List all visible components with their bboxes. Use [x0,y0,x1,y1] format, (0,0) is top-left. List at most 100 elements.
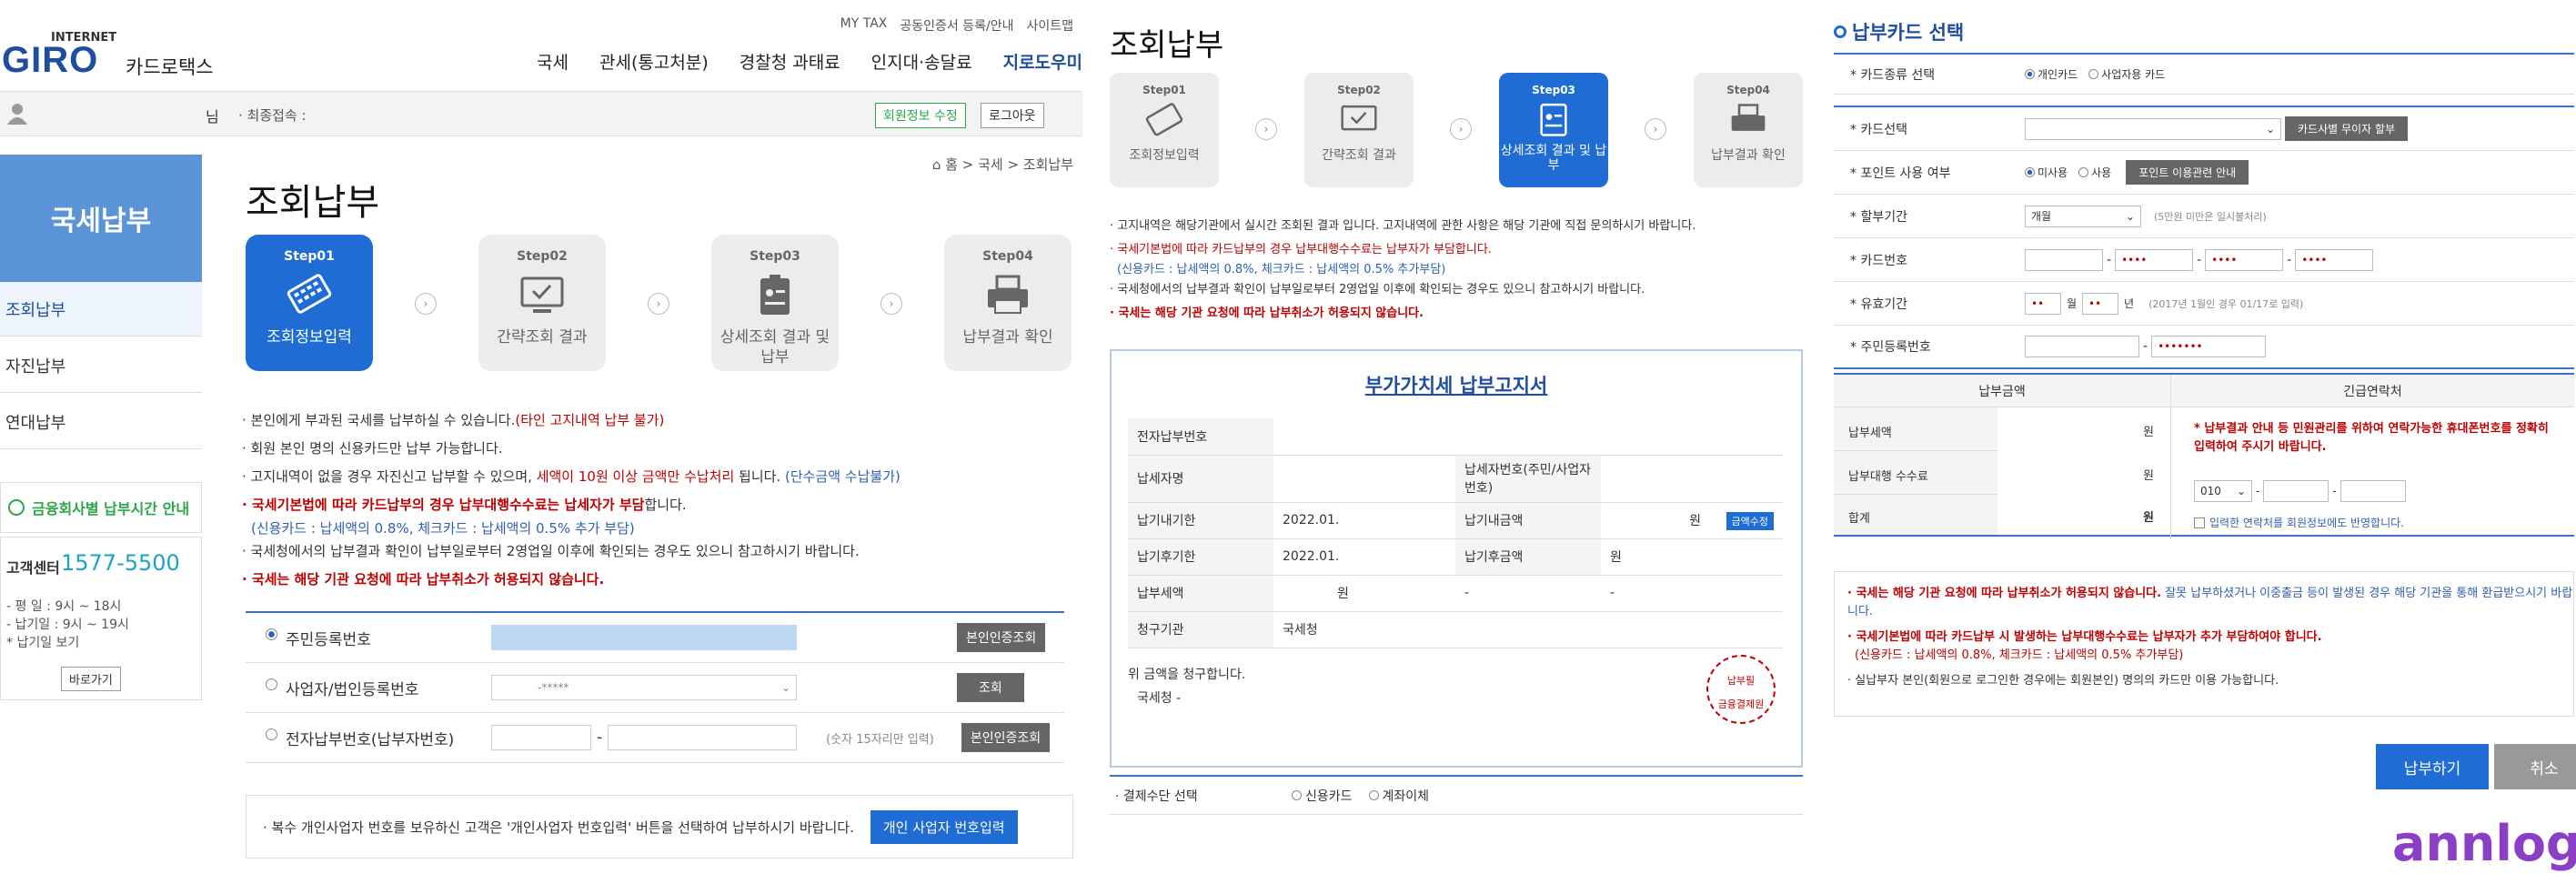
step-3: Step03 상세조회 결과 및 납부 [711,235,839,371]
biz-lookup-button[interactable]: 조회 [957,673,1024,702]
expiry-month[interactable]: •• [2025,292,2061,315]
credit-card-radio[interactable] [1292,790,1302,800]
cert-link[interactable]: 공동인증서 등록/안내 [900,16,1013,35]
biz-select[interactable]: -***** ⌄ [491,675,797,700]
card-number-3[interactable]: •••• [2205,248,2284,271]
point-yes-radio[interactable] [2078,167,2089,177]
epay-auth-button[interactable]: 본인인증조회 [961,723,1051,752]
step2-3-num: Step03 [1532,84,1575,96]
mytax-link[interactable]: MY TAX [840,16,888,35]
divider [2170,407,2171,538]
rrn-input[interactable] [491,625,797,650]
pay-button[interactable]: 납부하기 [2376,744,2489,789]
row-expiry: * 유효기간 •• 월 •• 년 (2017년 1월인 경우 01/17로 입력… [1834,282,2574,326]
phone-prefix-select[interactable]: 010 ⌄ [2194,480,2252,502]
personal-card-radio[interactable] [2025,69,2035,79]
interest-free-button[interactable]: 카드사별 무이자 할부 [2285,116,2408,141]
panel-card-select: 납부카드 선택 * 카드종류 선택 개인카드 사업자용 카드 * 카드선택 ⌄ … [1828,0,2576,884]
rrn-radio[interactable] [266,628,277,640]
chevron-right-icon: › [415,293,437,315]
bill-claim-text: 위 금액을 청구합니다. [1128,667,1246,682]
epay-radio[interactable] [266,728,277,740]
nav-police-fine[interactable]: 경찰청 과태료 [740,49,840,74]
bill-tax-dash2: - [1601,575,1783,612]
point-guide-button[interactable]: 포인트 이용관련 안내 [2126,160,2249,185]
go-button[interactable]: 바로가기 [61,667,121,691]
edit-profile-button[interactable]: 회원정보 수정 [875,103,966,128]
biz-select-value: -***** [538,681,569,694]
summary-total-label: 합계 [1834,495,1997,535]
rrn3-input-2[interactable]: ••••••• [2151,336,2267,357]
notice2-a: · 고지내역은 해당기관에서 실시간 조회된 결과 입니다. 고지내역에 관한 … [1110,219,1696,233]
notice-1: · 본인에게 부과된 국세를 납부하실 수 있습니다. [242,412,516,428]
installment-value: 개월 [2031,210,2052,223]
bill-after-due-value: 2022.01. [1273,538,1455,576]
sitemap-link[interactable]: 사이트맵 [1026,16,1073,35]
edit-amount-button[interactable]: 금액수정 [1726,511,1774,530]
giro-logo[interactable]: INTERNET GIRO 카드로택스 [2,31,229,82]
chevron-right-icon: › [648,293,669,315]
nav-stamp-fee[interactable]: 인지대·송달료 [871,49,972,74]
clipboard-icon [1540,103,1567,136]
epay-input-2[interactable] [608,725,798,750]
chevron-down-icon: ⌄ [2236,485,2246,497]
last-login-text: · 최종접속 : [238,107,307,124]
point-no-radio[interactable] [2025,167,2035,177]
step2-4: Step04 납부결과 확인 [1694,73,1803,187]
dash-text: - [2287,252,2292,267]
card-form: * 카드종류 선택 개인카드 사업자용 카드 * 카드선택 ⌄ 카드사별 무이자… [1834,53,2574,369]
stamp-line1: 납부필 [1726,675,1756,687]
bill-claim-org: 국세청 - [1137,690,1182,706]
notice2-b: · 국세기본법에 따라 카드납부의 경우 납부대행수수료는 납부자가 부담합니다… [1110,243,1492,256]
notice-4-tail: 합니다. [644,497,687,513]
payment-hours-button[interactable]: 금융회사별 납부시간 안내 [0,482,202,533]
logout-button[interactable]: 로그아웃 [981,103,1044,128]
page-title-2: 조회납부 [1110,27,1224,64]
dash-text: - [597,728,603,747]
notice-1-red: (타인 고지내역 납부 불가) [515,412,665,428]
step-1-label: 조회정보입력 [267,328,352,347]
notice-list-2: · 고지내역은 해당기관에서 실시간 조회된 결과 입니다. 고지내역에 관한 … [1110,215,1801,326]
epay-input-1[interactable] [491,725,591,750]
bank-transfer-label: 계좌이체 [1382,789,1430,804]
rrn-auth-button[interactable]: 본인인증조회 [957,623,1046,652]
update-member-checkbox[interactable] [2194,517,2205,528]
summary-total-won: 원 [2143,511,2154,525]
dash-text: - [2332,485,2337,497]
vat-bill: 부가가치세 납부고지서 전자납부번호 납세자명 납세자번호(주민/사업자번호) 납… [1110,349,1803,768]
bill-epay-value [1273,418,1783,456]
installment-hint: (5만원 미만은 일시불처리) [2154,210,2267,223]
credit-card-label: 신용카드 [1305,789,1353,804]
biz-radio[interactable] [266,678,277,690]
card-number-4[interactable]: •••• [2295,248,2374,271]
nav-national-tax[interactable]: 국세 [537,49,569,74]
chevron-right-icon: › [1450,118,1472,140]
card-number-1[interactable] [2025,248,2103,271]
rrn3-input-1[interactable] [2025,336,2139,357]
nav-giro-helper[interactable]: 지로도우미 [1003,49,1082,74]
individual-biz-button[interactable]: 개인 사업자 번호입력 [870,809,1018,844]
user-name-suffix: 님 [206,108,219,126]
cancel-button[interactable]: 취소 [2494,744,2576,789]
summary-table: 납부금액 긴급연락처 납부세액 원 납부대행 수수료 원 합계 원 * 납부결과… [1834,373,2574,538]
dash-text: - [2197,252,2202,267]
expiry-year[interactable]: •• [2082,292,2119,315]
clipboard-icon [760,275,790,315]
biz-card-radio[interactable] [2088,69,2099,79]
phone-mid-input[interactable] [2263,480,2329,502]
bill-org-label: 청구기관 [1128,611,1273,648]
bank-transfer-radio[interactable] [1368,790,1379,800]
point-yes-label: 사용 [2091,166,2112,179]
card-number-2[interactable]: •••• [2115,248,2194,271]
lnb-item-lookup[interactable]: 조회납부 [0,282,202,337]
card-select-dropdown[interactable]: ⌄ [2025,117,2281,140]
notice3-c: (신용카드 : 납세액의 0.8%, 체크카드 : 납세액의 0.5% 추가부담… [1855,648,2184,662]
nav-customs[interactable]: 관세(통고처분) [599,49,709,74]
lnb-item-self[interactable]: 자진납부 [0,338,202,393]
lnb-item-joint[interactable]: 연대납부 [0,395,202,449]
step2-3: Step03 상세조회 결과 및 납부 [1499,73,1608,187]
phone-last-input[interactable] [2340,480,2406,502]
step-3-num: Step03 [750,249,800,264]
installment-select[interactable]: 개월 ⌄ [2025,205,2141,227]
row-card-select: * 카드선택 ⌄ 카드사별 무이자 할부 [1834,107,2574,151]
